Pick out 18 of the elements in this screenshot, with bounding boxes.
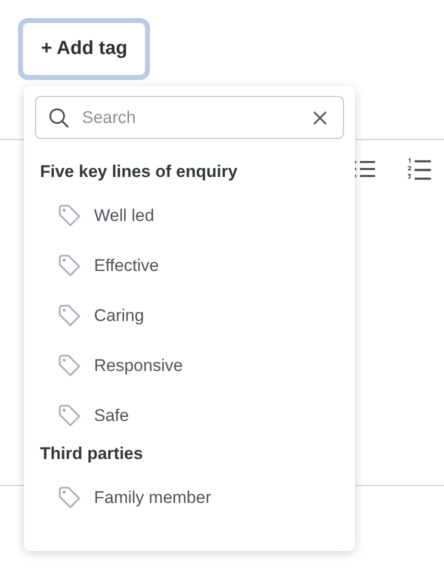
tag-icon: [57, 403, 83, 429]
group-heading: Five key lines of enquiry: [39, 161, 238, 183]
numbered-list-icon[interactable]: [406, 157, 432, 183]
search-field[interactable]: Search: [35, 96, 344, 139]
tag-icon: [57, 353, 83, 379]
close-icon[interactable]: [312, 110, 328, 126]
group-heading: Third parties: [39, 443, 144, 465]
tag-option[interactable]: Responsive: [35, 341, 344, 391]
tag-option[interactable]: Caring: [35, 291, 344, 341]
tag-option[interactable]: Safe: [35, 391, 344, 441]
tag-icon: [57, 253, 83, 279]
tag-icon: [57, 485, 83, 511]
tag-option[interactable]: Family member: [35, 473, 344, 523]
search-icon: [48, 107, 70, 129]
tag-option[interactable]: Effective: [35, 241, 344, 291]
tag-icon: [57, 203, 83, 229]
tag-icon: [57, 303, 83, 329]
tag-option[interactable]: Well led: [35, 191, 344, 241]
